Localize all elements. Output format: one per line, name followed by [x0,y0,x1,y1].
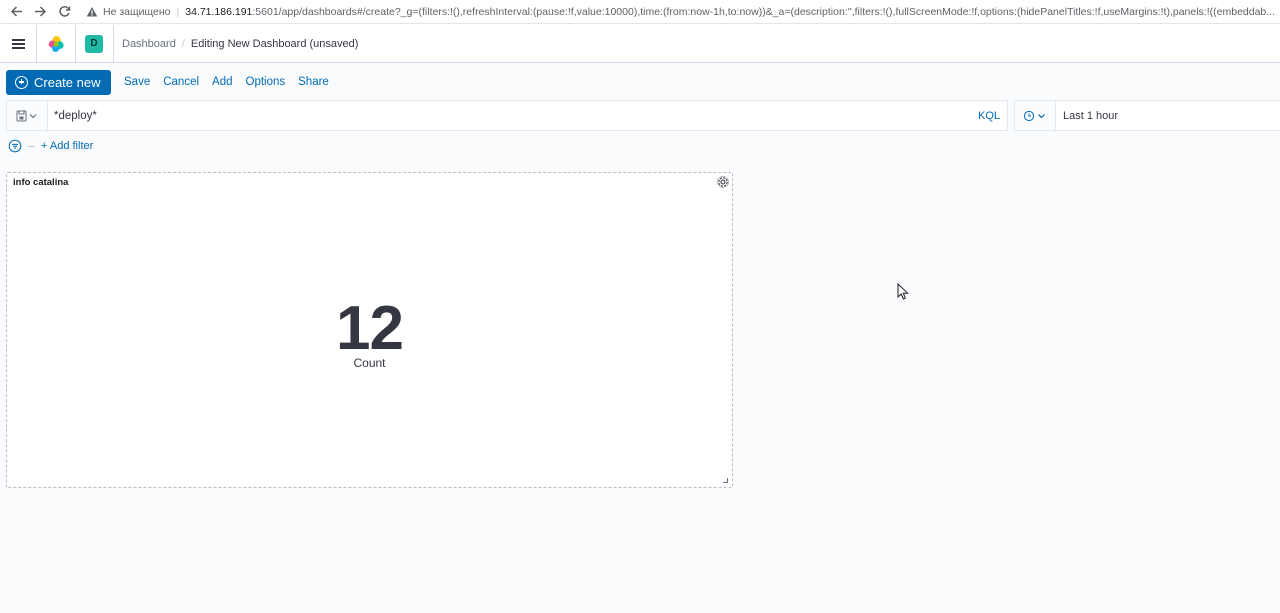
insecure-label: Не защищено [103,5,171,18]
kql-language-toggle[interactable]: KQL [978,110,1000,122]
panel-title: info catalina [13,177,69,188]
saved-query-button[interactable] [7,101,48,130]
create-new-label: Create new [34,74,101,90]
warning-icon [86,6,98,16]
mouse-cursor-icon [897,283,909,300]
breadcrumb-dashboard[interactable]: Dashboard [122,38,176,50]
metric-value: 12 [336,294,404,363]
space-avatar[interactable]: D [85,34,103,53]
kibana-logo[interactable] [37,25,75,63]
breadcrumb-current: Editing New Dashboard (unsaved) [190,37,359,50]
header-divider [113,24,114,63]
address-bar[interactable]: Не защищено | 34.71.186.191 :5601/app/da… [86,6,1280,18]
metric-visualization: 12 Count [7,294,732,371]
gear-icon[interactable] [716,175,730,189]
save-link[interactable]: Save [124,76,150,88]
nav-menu-button[interactable] [0,25,36,63]
forward-button[interactable] [28,0,52,24]
breadcrumb-separator: / [181,37,185,50]
dashboard-panel[interactable]: info catalina 12 Count [6,172,733,488]
cancel-link[interactable]: Cancel [163,76,199,88]
reload-icon [58,5,70,17]
filter-divider [28,145,35,147]
header-divider [75,24,76,63]
save-disk-chevron-icon [16,110,37,121]
quick-select-button[interactable] [1015,101,1056,130]
filter-options-icon[interactable] [8,139,22,153]
share-link[interactable]: Share [298,76,329,88]
arrow-left-icon [10,6,22,17]
address-separator: | [176,5,180,18]
back-button[interactable] [4,0,28,24]
time-picker: Last 1 hour [1014,100,1280,131]
url-host: 34.71.186.191 [185,5,253,18]
breadcrumb: Dashboard / Editing New Dashboard (unsav… [122,38,358,50]
plus-in-circle-icon [15,75,28,89]
metric-label: Count [353,356,386,370]
url-path: :5601/app/dashboards#/create?_g=(filters… [252,5,1276,18]
dashboard-top-nav: Create new Save Cancel Add Options Share [0,64,1280,100]
query-input[interactable]: *deploy* [48,110,978,122]
filter-bar: + Add filter [8,138,93,154]
add-filter-button[interactable]: + Add filter [41,140,93,152]
browser-toolbar: Не защищено | 34.71.186.191 :5601/app/da… [0,0,1280,24]
add-link[interactable]: Add [212,76,232,88]
query-bar: *deploy* KQL [6,100,1008,131]
hamburger-icon [11,38,25,49]
arrow-right-icon [34,6,46,17]
create-new-button[interactable]: Create new [6,69,111,95]
app-header: D Dashboard / Editing New Dashboard (uns… [0,24,1280,63]
options-link[interactable]: Options [246,76,286,88]
panel-resize-handle[interactable] [723,478,728,483]
reload-button[interactable] [52,0,76,24]
clock-chevron-icon [1023,110,1045,121]
elastic-logo-icon [48,35,64,52]
time-range-display[interactable]: Last 1 hour [1056,110,1118,122]
